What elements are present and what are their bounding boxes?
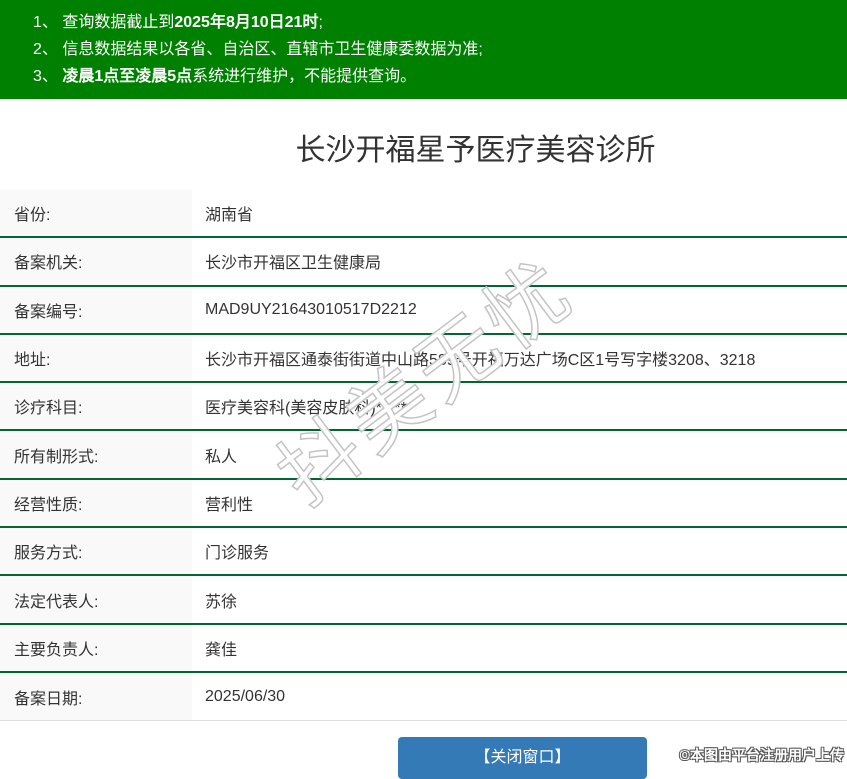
row-label: 备案编号: (0, 287, 192, 333)
row-label: 服务方式: (0, 528, 192, 574)
notice-line-text: 3、 (33, 68, 62, 85)
row-label: 经营性质: (0, 480, 192, 526)
row-value: 龚佳 (192, 625, 847, 671)
notice-line-text: ; (318, 14, 322, 31)
notice-banner: 1、 查询数据截止到2025年8月10日21时; 2、 信息数据结果以各省、自治… (0, 0, 847, 99)
row-label: 备案日期: (0, 673, 192, 720)
table-row: 地址: 长沙市开福区通泰街街道中山路589号开福万达广场C区1号写字楼3208、… (0, 335, 847, 383)
notice-line: 2、 信息数据结果以各省、自治区、直辖市卫生健康委数据为准; (33, 36, 837, 63)
row-value: 湖南省 (192, 190, 847, 236)
page-title: 长沙开福星予医疗美容诊所 (52, 99, 847, 166)
table-row: 备案日期: 2025/06/30 (0, 673, 847, 721)
info-table: 省份: 湖南省 备案机关: 长沙市开福区卫生健康局 备案编号: MAD9UY21… (0, 190, 847, 721)
row-value: 长沙市开福区通泰街街道中山路589号开福万达广场C区1号写字楼3208、3218 (192, 335, 847, 381)
row-label: 法定代表人: (0, 576, 192, 622)
row-label: 备案机关: (0, 238, 192, 284)
table-row: 省份: 湖南省 (0, 190, 847, 238)
row-label: 地址: (0, 335, 192, 381)
platform-watermark: ©本图由平台注册用户上传 (680, 745, 844, 765)
table-row: 所有制形式: 私人 (0, 431, 847, 479)
notice-line-bold: 凌晨1点至凌晨5点 (62, 68, 192, 85)
row-value: 长沙市开福区卫生健康局 (192, 238, 847, 284)
notice-line-text: 1、 查询数据截止到 (33, 14, 174, 31)
table-row: 备案编号: MAD9UY21643010517D2212 (0, 287, 847, 335)
table-row: 法定代表人: 苏徐 (0, 576, 847, 624)
table-row: 经营性质: 营利性 (0, 480, 847, 528)
table-row: 服务方式: 门诊服务 (0, 528, 847, 576)
row-label: 主要负责人: (0, 625, 192, 671)
table-row: 备案机关: 长沙市开福区卫生健康局 (0, 238, 847, 286)
notice-line-text: 系统进行维护，不能提供查询。 (192, 68, 416, 85)
row-label: 诊疗科目: (0, 383, 192, 429)
notice-line-bold: 2025年8月10日21时 (174, 14, 318, 31)
row-value: 营利性 (192, 480, 847, 526)
row-value: 门诊服务 (192, 528, 847, 574)
notice-line-text: 2、 信息数据结果以各省、自治区、直辖市卫生健康委数据为准; (33, 41, 483, 58)
notice-line: 3、 凌晨1点至凌晨5点系统进行维护，不能提供查询。 (33, 63, 837, 90)
row-label: 所有制形式: (0, 431, 192, 477)
close-window-button[interactable]: 【关闭窗口】 (398, 737, 647, 779)
row-value: 苏徐 (192, 576, 847, 622)
row-value: 2025/06/30 (192, 673, 847, 720)
row-label: 省份: (0, 190, 192, 236)
row-value: MAD9UY21643010517D2212 (192, 287, 847, 333)
table-row: 诊疗科目: 医疗美容科(美容皮肤科)****** (0, 383, 847, 431)
row-value: 私人 (192, 431, 847, 477)
row-value: 医疗美容科(美容皮肤科)****** (192, 383, 847, 429)
table-row: 主要负责人: 龚佳 (0, 625, 847, 673)
notice-line: 1、 查询数据截止到2025年8月10日21时; (33, 9, 837, 36)
